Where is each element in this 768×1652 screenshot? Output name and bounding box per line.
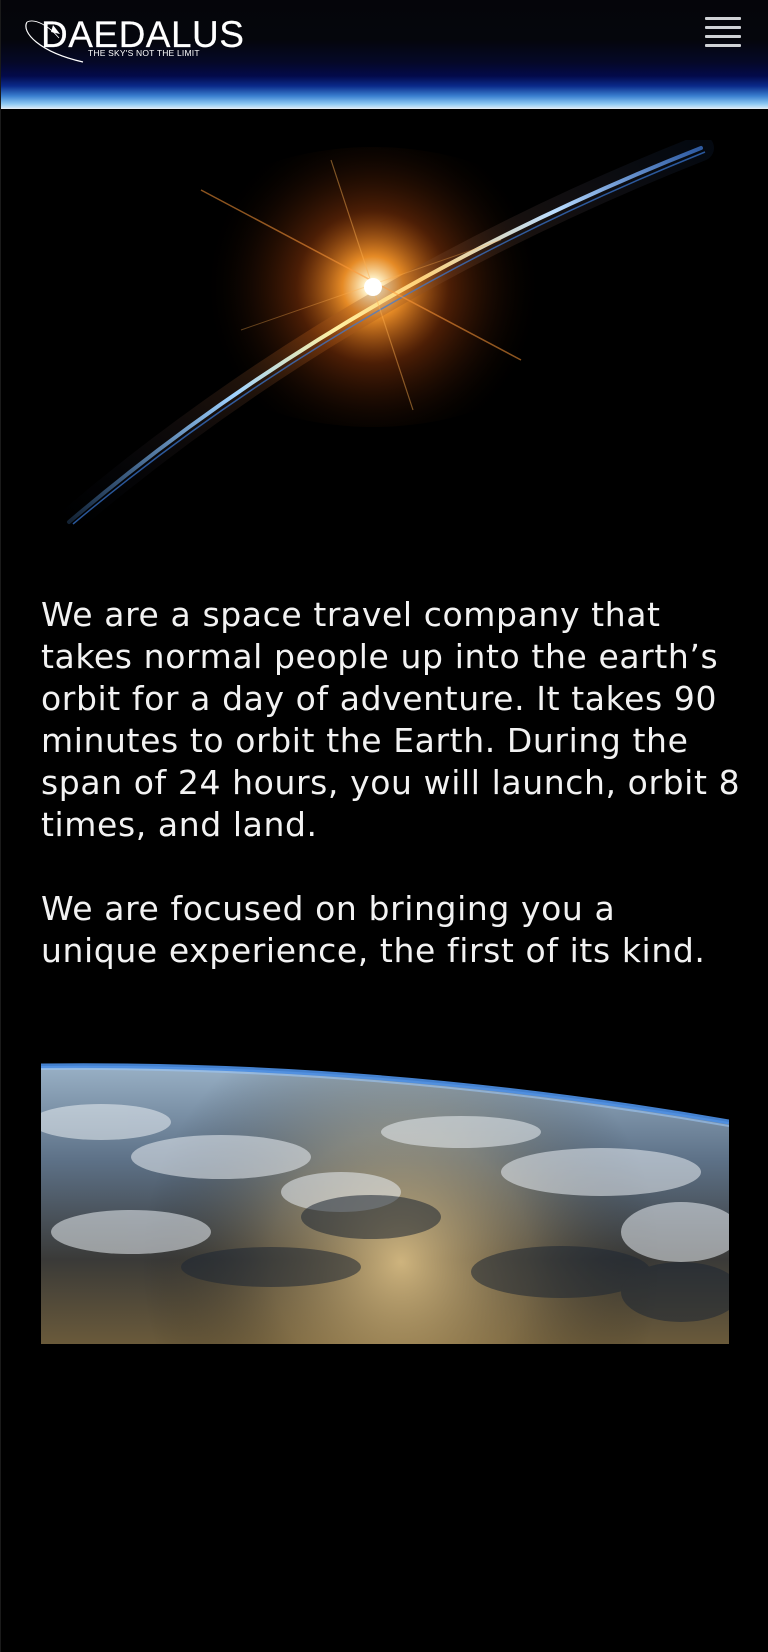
earth-orbit-image: [41, 1062, 729, 1344]
hamburger-menu-icon[interactable]: [703, 14, 743, 50]
intro-paragraph-1: We are a space travel company that takes…: [41, 595, 741, 844]
page: DAEDALUS THE SKY'S NOT THE LIMIT We are …: [0, 0, 768, 1652]
hero-sunrise-image: [41, 140, 729, 540]
logo-tagline: THE SKY'S NOT THE LIMIT: [88, 48, 200, 58]
site-header: DAEDALUS THE SKY'S NOT THE LIMIT: [1, 0, 768, 109]
intro-paragraph-2: We are focused on bringing you a unique …: [41, 889, 706, 970]
logo-link[interactable]: DAEDALUS THE SKY'S NOT THE LIMIT: [19, 12, 249, 72]
intro-text: We are a space travel company that takes…: [41, 594, 741, 1014]
